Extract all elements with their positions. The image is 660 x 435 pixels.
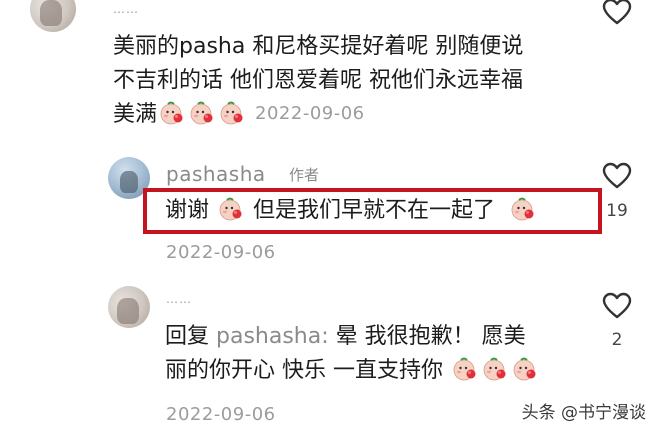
rose-face-emoji-icon — [482, 356, 508, 382]
author-username[interactable]: pashasha — [166, 162, 266, 186]
comment-username[interactable]: …… — [166, 292, 192, 306]
like-count: 2 — [611, 330, 623, 350]
comment-text-part: 但是我们早就不在一起了 — [253, 198, 496, 223]
comment-username[interactable]: …… — [113, 2, 139, 16]
comment-line: 丽的你开心 快乐 一直支持你 — [165, 354, 540, 388]
reply-prefix: 回复 — [165, 324, 210, 349]
comment-line: 美满 2022-09-06 — [113, 98, 523, 133]
avatar[interactable] — [30, 0, 76, 32]
like-heart-icon[interactable] — [602, 162, 632, 189]
like-count: 19 — [606, 201, 628, 221]
rose-face-emoji-icon — [510, 196, 536, 222]
comment-date: 2022-09-06 — [255, 103, 365, 124]
like-heart-icon[interactable] — [602, 0, 632, 25]
comment-line: 回复 pashasha: 晕 我很抱歉！ 愿美 — [165, 320, 540, 354]
comment-text-part: 谢谢 — [165, 198, 210, 223]
like-heart-icon[interactable] — [602, 292, 632, 319]
comment-text: 谢谢 但是我们早就不在一起了 — [165, 194, 538, 228]
avatar[interactable] — [108, 286, 150, 328]
rose-face-emoji-icon — [219, 100, 245, 126]
comment-line-text: 美满 — [113, 102, 158, 127]
rose-face-emoji-icon — [218, 196, 244, 222]
comment-date: 2022-09-06 — [166, 404, 276, 425]
comment-text-part: 丽的你开心 快乐 一直支持你 — [165, 358, 443, 383]
rose-face-emoji-icon — [159, 100, 185, 126]
author-badge: 作者 — [289, 166, 320, 184]
rose-face-emoji-icon — [512, 356, 538, 382]
comment-text: 回复 pashasha: 晕 我很抱歉！ 愿美 丽的你开心 快乐 一直支持你 — [165, 320, 540, 388]
rose-face-emoji-icon — [452, 356, 478, 382]
watermark: 头条 @书宁漫谈 — [521, 403, 646, 423]
rose-face-emoji-icon — [189, 100, 215, 126]
comment-date: 2022-09-06 — [166, 242, 276, 263]
comment-line: 美丽的pasha 和尼格买提好着呢 别随便说 — [113, 34, 524, 59]
comment-line: 不吉利的话 他们恩爱着呢 祝他们永远幸福 — [113, 68, 523, 93]
comment-text-part: 晕 我很抱歉！ 愿美 — [335, 324, 526, 349]
reply-target-username[interactable]: pashasha: — [216, 324, 329, 349]
comment-text: 美丽的pasha 和尼格买提好着呢 别随便说 不吉利的话 他们恩爱着呢 祝他们永… — [113, 30, 523, 133]
